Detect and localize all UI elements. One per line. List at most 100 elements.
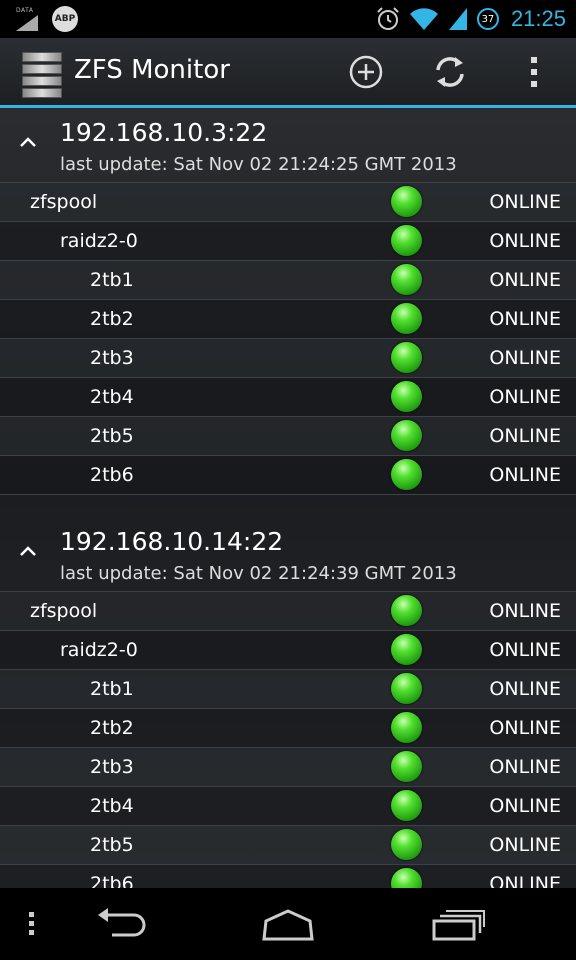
disk-row[interactable]: 2tb6 ONLINE <box>0 455 576 494</box>
device-state: ONLINE <box>489 600 561 622</box>
server-host: 192.168.10.14:22 <box>60 527 284 556</box>
abp-label: ABP <box>54 14 76 24</box>
device-state: ONLINE <box>489 425 561 447</box>
device-state: ONLINE <box>489 269 561 291</box>
device-name: 2tb5 <box>90 425 134 447</box>
status-online-icon <box>391 186 422 217</box>
device-name: zfspool <box>30 191 98 213</box>
device-state: ONLINE <box>489 386 561 408</box>
server-header[interactable]: 192.168.10.14:22 last update: Sat Nov 02… <box>0 517 576 591</box>
menu-dots-icon <box>29 912 34 935</box>
add-icon <box>349 55 383 89</box>
disk-row[interactable]: 2tb5 ONLINE <box>0 825 576 864</box>
back-button[interactable] <box>90 902 150 946</box>
device-state: ONLINE <box>489 717 561 739</box>
status-online-icon <box>391 303 422 334</box>
disk-row[interactable]: 2tb4 ONLINE <box>0 786 576 825</box>
device-name: zfspool <box>30 600 98 622</box>
status-online-icon <box>391 712 422 743</box>
status-online-icon <box>391 264 422 295</box>
device-name: 2tb4 <box>90 386 134 408</box>
home-icon <box>262 909 314 941</box>
disk-row[interactable]: 2tb2 ONLINE <box>0 708 576 747</box>
device-name: 2tb2 <box>90 308 134 330</box>
device-name: 2tb3 <box>90 756 134 778</box>
data-signal-icon: DATA <box>16 7 40 31</box>
device-state: ONLINE <box>489 308 561 330</box>
status-online-icon <box>391 225 422 256</box>
adblock-icon: ABP <box>52 6 78 32</box>
device-state: ONLINE <box>489 834 561 856</box>
home-button[interactable] <box>256 902 320 946</box>
data-label: DATA <box>16 7 34 14</box>
device-name: 2tb1 <box>90 269 134 291</box>
vdev-row[interactable]: raidz2-0 ONLINE <box>0 630 576 669</box>
server-group: 192.168.10.3:22 last update: Sat Nov 02 … <box>0 108 576 495</box>
device-name: 2tb4 <box>90 795 134 817</box>
status-online-icon <box>391 751 422 782</box>
status-online-icon <box>391 381 422 412</box>
refresh-icon <box>436 57 464 87</box>
disk-row[interactable]: 2tb1 ONLINE <box>0 669 576 708</box>
status-online-icon <box>391 868 422 888</box>
device-name: 2tb6 <box>90 464 134 486</box>
add-server-button[interactable] <box>346 52 386 92</box>
refresh-button[interactable] <box>430 52 470 92</box>
device-state: ONLINE <box>489 873 561 888</box>
disk-row[interactable]: 2tb3 ONLINE <box>0 747 576 786</box>
menu-button[interactable] <box>20 902 44 946</box>
disk-row[interactable]: 2tb4 ONLINE <box>0 377 576 416</box>
device-state: ONLINE <box>489 230 561 252</box>
last-update: last update: Sat Nov 02 21:24:25 GMT 201… <box>60 154 457 175</box>
cell-signal-icon <box>448 8 467 30</box>
server-group: 192.168.10.14:22 last update: Sat Nov 02… <box>0 517 576 888</box>
device-name: 2tb2 <box>90 717 134 739</box>
disk-row[interactable]: 2tb3 ONLINE <box>0 338 576 377</box>
recent-apps-button[interactable] <box>428 902 488 946</box>
zfs-app-icon <box>22 52 62 98</box>
device-state: ONLINE <box>489 191 561 213</box>
overflow-menu-icon <box>531 57 537 87</box>
last-update: last update: Sat Nov 02 21:24:39 GMT 201… <box>60 563 457 584</box>
disk-row[interactable]: 2tb5 ONLINE <box>0 416 576 455</box>
vdev-row[interactable]: raidz2-0 ONLINE <box>0 221 576 260</box>
app-title: ZFS Monitor <box>74 55 230 85</box>
device-state: ONLINE <box>489 678 561 700</box>
alarm-icon <box>377 7 399 30</box>
server-list[interactable]: 192.168.10.3:22 last update: Sat Nov 02 … <box>0 108 576 888</box>
device-name: 2tb1 <box>90 678 134 700</box>
device-name: raidz2-0 <box>60 230 138 252</box>
disk-row[interactable]: 2tb6 ONLINE <box>0 864 576 888</box>
status-online-icon <box>391 420 422 451</box>
server-host: 192.168.10.3:22 <box>60 118 268 147</box>
disk-row[interactable]: 2tb1 ONLINE <box>0 260 576 299</box>
clock: 21:25 <box>510 6 566 31</box>
pool-row[interactable]: zfspool ONLINE <box>0 182 576 221</box>
device-state: ONLINE <box>489 464 561 486</box>
battery-level: 37 <box>481 13 495 25</box>
status-online-icon <box>391 673 422 704</box>
server-header[interactable]: 192.168.10.3:22 last update: Sat Nov 02 … <box>0 108 576 182</box>
status-bar: DATA ABP 37 21:25 <box>0 0 576 38</box>
battery-icon: 37 <box>476 8 499 30</box>
status-online-icon <box>391 634 422 665</box>
device-state: ONLINE <box>489 795 561 817</box>
navigation-bar <box>0 888 576 960</box>
device-name: 2tb3 <box>90 347 134 369</box>
pool-row[interactable]: zfspool ONLINE <box>0 591 576 630</box>
wifi-icon <box>409 8 438 30</box>
status-online-icon <box>391 829 422 860</box>
device-name: 2tb6 <box>90 873 134 888</box>
disk-row[interactable]: 2tb2 ONLINE <box>0 299 576 338</box>
overflow-menu-button[interactable] <box>514 52 554 92</box>
chevron-up-icon[interactable] <box>16 130 40 154</box>
device-name: 2tb5 <box>90 834 134 856</box>
status-online-icon <box>391 595 422 626</box>
status-online-icon <box>391 342 422 373</box>
device-state: ONLINE <box>489 756 561 778</box>
device-state: ONLINE <box>489 347 561 369</box>
chevron-up-icon[interactable] <box>16 539 40 563</box>
device-name: raidz2-0 <box>60 639 138 661</box>
back-icon <box>98 908 146 937</box>
device-state: ONLINE <box>489 639 561 661</box>
